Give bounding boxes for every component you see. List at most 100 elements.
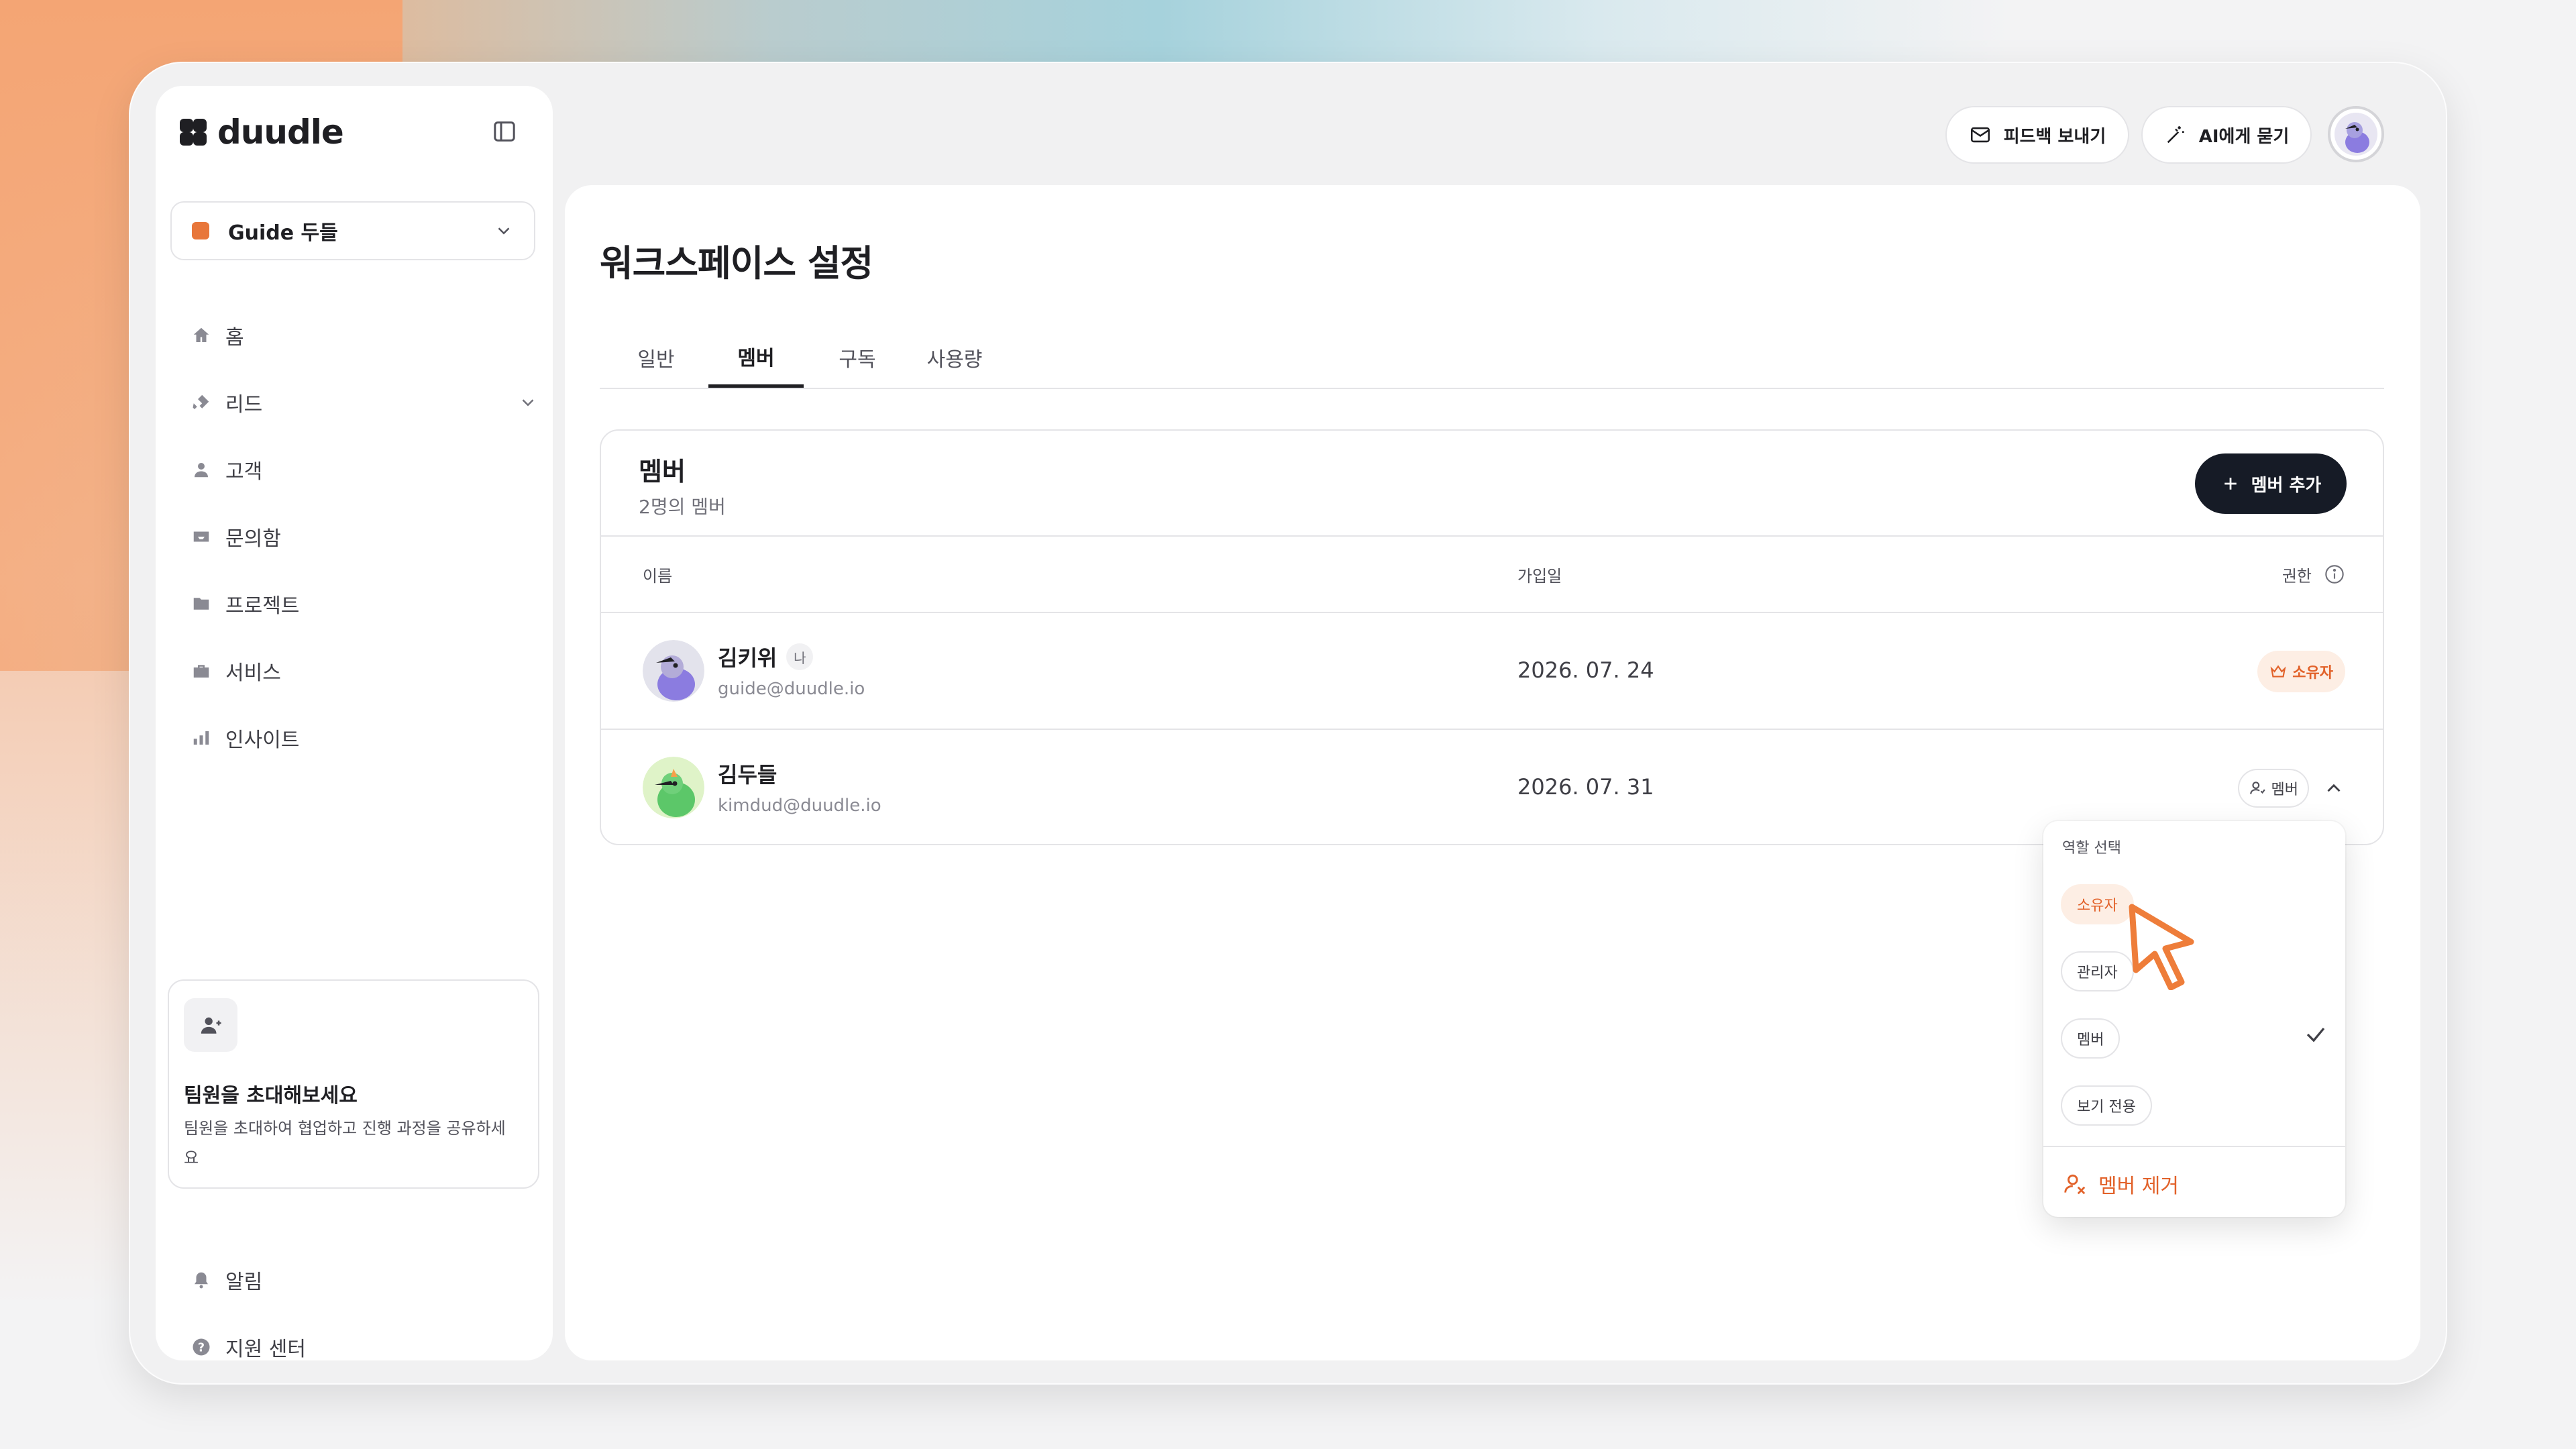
sidebar-item-label: 고객 bbox=[225, 460, 263, 484]
chevron-down-icon bbox=[498, 227, 510, 235]
table-row: 김키위 나 guide@duudle.io 2026. 07. 24 소유자 bbox=[601, 613, 2383, 730]
folder-icon bbox=[189, 592, 213, 616]
role-badge-label: 소유자 bbox=[2292, 665, 2333, 682]
sidebar-item-home[interactable]: 홈 bbox=[189, 302, 538, 369]
inbox-icon bbox=[189, 525, 213, 549]
invite-title: 팀원을 초대해보세요 bbox=[184, 1084, 358, 1108]
role-select-label: 멤버 bbox=[2271, 782, 2298, 798]
sidebar-item-label: 알림 bbox=[225, 1271, 263, 1294]
info-icon[interactable] bbox=[2324, 564, 2345, 585]
role-menu-label: 역할 선택 bbox=[2062, 840, 2121, 857]
invite-description: 팀원을 초대하여 협업하고 진행 과정을 공유하세요 bbox=[184, 1119, 506, 1167]
remove-user-icon bbox=[2064, 1174, 2086, 1195]
sidebar-item-customers[interactable]: 고객 bbox=[189, 436, 538, 503]
role-select-button[interactable]: 멤버 bbox=[2237, 769, 2309, 808]
members-count: 2명의 멤버 bbox=[639, 496, 726, 518]
tab-subscription[interactable]: 구독 bbox=[824, 327, 891, 388]
ask-ai-label: AI에게 묻기 bbox=[2198, 126, 2290, 147]
sidebar-item-label: 리드 bbox=[225, 393, 263, 417]
send-feedback-button[interactable]: 피드백 보내기 bbox=[1945, 106, 2129, 164]
pointer-cursor-icon bbox=[2129, 904, 2194, 990]
remove-member-button[interactable]: 멤버 제거 bbox=[2062, 1167, 2179, 1201]
member-name: 김키위 나 bbox=[718, 641, 814, 672]
crown-icon bbox=[2270, 665, 2286, 678]
sidebar-item-inbox[interactable]: 문의함 bbox=[189, 503, 538, 570]
menu-divider bbox=[2043, 1146, 2345, 1147]
members-title: 멤버 bbox=[639, 457, 686, 486]
sidebar-item-label: 문의함 bbox=[225, 527, 281, 551]
magic-wand-icon bbox=[2167, 126, 2184, 144]
invite-card[interactable]: 팀원을 초대해보세요 팀원을 초대하여 협업하고 진행 과정을 공유하세요 bbox=[168, 979, 539, 1189]
add-member-label: 멤버 추가 bbox=[2251, 475, 2322, 496]
member-email: guide@duudle.io bbox=[718, 679, 865, 699]
sidebar-item-label: 홈 bbox=[225, 326, 244, 350]
sidebar-item-help-center[interactable]: ? 지원 센터 bbox=[189, 1313, 538, 1381]
me-badge: 나 bbox=[786, 643, 814, 670]
sidebar-item-projects[interactable]: 프로젝트 bbox=[189, 570, 538, 637]
sidebar-toggle-icon[interactable] bbox=[491, 118, 518, 145]
tab-general[interactable]: 일반 bbox=[623, 327, 690, 388]
role-badge-owner: 소유자 bbox=[2257, 651, 2345, 692]
role-option-viewer[interactable]: 보기 전용 bbox=[2061, 1085, 2152, 1126]
user-avatar[interactable] bbox=[2328, 106, 2384, 162]
sidebar-item-notifications[interactable]: 알림 bbox=[189, 1246, 538, 1313]
logo-text: duudle bbox=[217, 113, 344, 152]
sidebar-item-label: 서비스 bbox=[225, 661, 281, 685]
remove-member-label: 멤버 제거 bbox=[2098, 1175, 2179, 1198]
member-name: 김두들 bbox=[718, 758, 777, 789]
column-header-role: 권한 bbox=[2282, 537, 2345, 612]
add-user-icon bbox=[184, 998, 237, 1052]
member-avatar bbox=[643, 640, 704, 702]
column-header-name: 이름 bbox=[643, 566, 673, 586]
tab-usage[interactable]: 사용량 bbox=[911, 327, 998, 388]
user-icon bbox=[189, 458, 213, 482]
sidebar: duudle Guide 두들 홈 리드 고객 문의함 프로젝트 서비스 인사이… bbox=[156, 86, 553, 1361]
sidebar-item-label: 인사이트 bbox=[225, 729, 300, 752]
bell-icon bbox=[189, 1268, 213, 1292]
members-panel: 멤버 2명의 멤버 멤버 추가 이름 가입일 권한 김키위 나 guide@du… bbox=[600, 429, 2384, 845]
sidebar-item-leads[interactable]: 리드 bbox=[189, 369, 538, 436]
bird-avatar-icon bbox=[643, 757, 704, 818]
workspace-name: Guide 두들 bbox=[228, 221, 338, 245]
chart-icon bbox=[189, 726, 213, 750]
member-joined-date: 2026. 07. 24 bbox=[1517, 657, 1654, 683]
mail-icon bbox=[1970, 127, 1990, 143]
member-email: kimdud@duudle.io bbox=[718, 796, 881, 816]
workspace-badge-icon bbox=[192, 222, 209, 239]
page-title: 워크스페이스 설정 bbox=[600, 242, 873, 284]
brand-logo[interactable]: duudle bbox=[180, 113, 344, 152]
member-avatar bbox=[643, 757, 704, 818]
ask-ai-button[interactable]: AI에게 묻기 bbox=[2141, 106, 2312, 164]
column-header-joined: 가입일 bbox=[1517, 566, 1562, 586]
role-dropdown-menu: 역할 선택 소유자 관리자 멤버 보기 전용 멤버 제거 bbox=[2043, 821, 2345, 1217]
sidebar-bottom-nav: 알림 ? 지원 센터 bbox=[189, 1246, 538, 1381]
sidebar-item-label: 지원 센터 bbox=[225, 1338, 306, 1361]
sidebar-item-label: 프로젝트 bbox=[225, 594, 300, 618]
briefcase-icon bbox=[189, 659, 213, 683]
member-name-text: 김키위 bbox=[718, 645, 777, 671]
role-option-owner[interactable]: 소유자 bbox=[2061, 884, 2134, 924]
check-icon bbox=[2306, 1027, 2325, 1042]
chevron-down-icon[interactable] bbox=[518, 392, 538, 413]
tab-members[interactable]: 멤버 bbox=[708, 327, 804, 388]
logo-icon bbox=[180, 119, 207, 146]
bird-avatar-icon bbox=[2334, 113, 2377, 156]
column-header-role-label: 권한 bbox=[2282, 566, 2312, 586]
chevron-up-icon[interactable] bbox=[2322, 777, 2345, 800]
send-feedback-label: 피드백 보내기 bbox=[2003, 126, 2106, 147]
member-joined-date: 2026. 07. 31 bbox=[1517, 774, 1654, 800]
lead-icon bbox=[189, 390, 213, 415]
workspace-selector[interactable]: Guide 두들 bbox=[170, 201, 535, 260]
svg-text:?: ? bbox=[198, 1341, 205, 1354]
sidebar-item-insights[interactable]: 인사이트 bbox=[189, 704, 538, 771]
members-table-header: 이름 가입일 권한 bbox=[601, 535, 2383, 613]
role-option-admin[interactable]: 관리자 bbox=[2061, 951, 2134, 991]
member-name-text: 김두들 bbox=[718, 762, 777, 788]
sidebar-item-services[interactable]: 서비스 bbox=[189, 637, 538, 704]
plus-icon bbox=[2224, 478, 2237, 490]
help-icon: ? bbox=[189, 1335, 213, 1359]
role-option-member[interactable]: 멤버 bbox=[2061, 1018, 2121, 1059]
home-icon bbox=[189, 323, 213, 347]
add-member-button[interactable]: 멤버 추가 bbox=[2195, 453, 2347, 514]
user-icon bbox=[2249, 782, 2265, 794]
